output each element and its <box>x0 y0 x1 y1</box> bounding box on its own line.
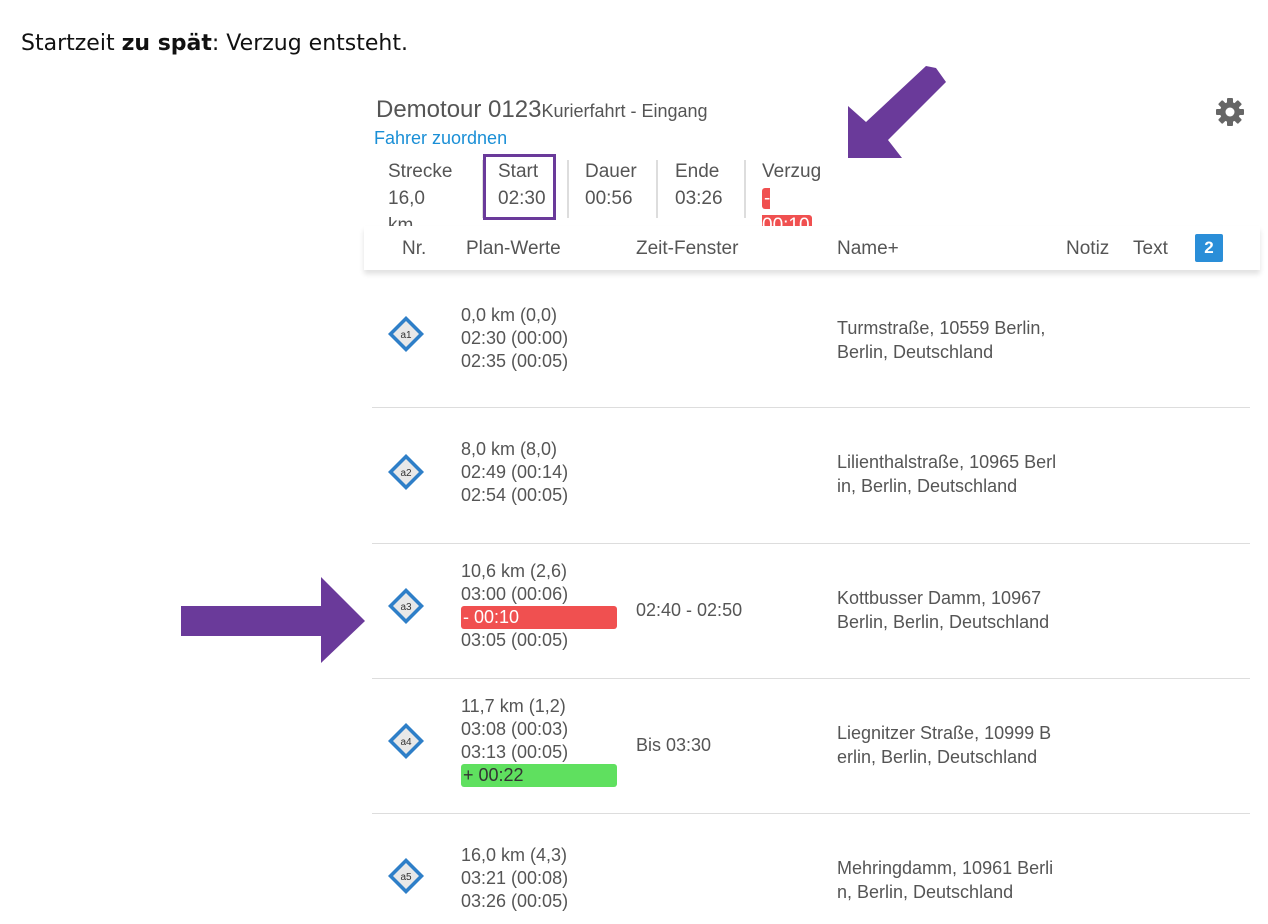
annotation-arrow-icon <box>181 577 365 663</box>
time-window: Bis 03:30 <box>636 735 712 755</box>
plan-values: 16,0 km (4,3) 03:21 (00:08) 03:26 (00:05) <box>461 845 569 911</box>
stop-address: Mehringdamm, 10961 Berlin, Berlin, Deuts… <box>837 858 1054 902</box>
table-row[interactable]: a1 0,0 km (0,0) 02:30 (00:00) 02:35 (00:05… <box>372 284 1250 408</box>
svg-text:a5: a5 <box>400 872 412 883</box>
divider <box>567 160 569 218</box>
col-plan: Plan-Werte <box>466 238 561 259</box>
svg-text:a2: a2 <box>400 468 412 479</box>
svg-text:a4: a4 <box>400 737 412 748</box>
stop-address: Lilienthalstraße, 10965 Berlin, Berlin, … <box>837 452 1057 496</box>
annotation-arrow-icon <box>848 66 946 158</box>
stop-address: Kottbusser Damm, 10967 Berlin, Berlin, D… <box>837 588 1050 632</box>
stat-ende: Ende 03:26 <box>675 161 723 209</box>
col-window: Zeit-Fenster <box>636 238 739 259</box>
svg-text:a1: a1 <box>400 330 412 341</box>
plan-values: 8,0 km (8,0) 02:49 (00:14) 02:54 (00:05) <box>461 439 569 505</box>
plan-values: 11,7 km (1,2) 03:08 (00:03) 03:13 (00:05) … <box>461 695 621 787</box>
start-highlight-box <box>483 154 556 220</box>
tour-title: Demotour 0123Kurierfahrt - Eingang <box>376 96 708 124</box>
count-badge[interactable]: 2 <box>1195 234 1223 262</box>
table-row[interactable]: a2 8,0 km (8,0) 02:49 (00:14) 02:54 (00:05… <box>372 408 1250 544</box>
plan-values: 10,6 km (2,6) 03:00 (00:06) - 00:10 03:05… <box>461 560 621 652</box>
stop-marker-icon: a4 <box>388 723 424 759</box>
table-row[interactable]: a4 11,7 km (1,2) 03:08 (00:03) 03:13 (00:0… <box>372 679 1250 814</box>
delay-badge: - 00:10 <box>461 606 617 629</box>
stop-marker-icon: a3 <box>388 588 424 624</box>
tour-panel: Demotour 0123Kurierfahrt - Eingang Fahre… <box>364 88 1260 911</box>
table-header: Nr. Plan-Werte Zeit-Fenster Name+ Notiz … <box>364 226 1260 270</box>
divider <box>656 160 658 218</box>
col-nr: Nr. <box>402 238 427 259</box>
divider <box>744 160 746 218</box>
stop-address: Turmstraße, 10559 Berlin, Berlin, Deutsc… <box>837 318 1046 362</box>
caption: Startzeit zu spät: Verzug entsteht. <box>21 31 408 56</box>
stop-marker-icon: a2 <box>388 454 424 490</box>
stop-marker-icon: a5 <box>388 858 424 894</box>
assign-driver-link[interactable]: Fahrer zuordnen <box>374 128 507 149</box>
stat-dauer: Dauer 00:56 <box>585 161 637 209</box>
col-name[interactable]: Name+ <box>837 238 899 260</box>
stop-address: Liegnitzer Straße, 10999 Berlin, Berlin,… <box>837 723 1052 767</box>
plan-values: 0,0 km (0,0) 02:30 (00:00) 02:35 (00:05) <box>461 305 569 371</box>
slack-badge: + 00:22 <box>461 764 617 787</box>
col-notiz[interactable]: Notiz <box>1066 238 1109 260</box>
tour-name: Demotour 0123 <box>376 96 542 123</box>
table-row[interactable]: a5 16,0 km (4,3) 03:21 (00:08) 03:26 (00:0… <box>372 814 1250 924</box>
stop-marker-icon: a1 <box>388 316 424 352</box>
col-text[interactable]: Text <box>1133 238 1168 260</box>
table-row[interactable]: a3 10,6 km (2,6) 03:00 (00:06) - 00:10 03… <box>372 544 1250 679</box>
time-window: 02:40 - 02:50 <box>636 600 743 620</box>
tour-type: Kurierfahrt - Eingang <box>541 101 708 121</box>
gear-icon[interactable] <box>1214 96 1246 128</box>
svg-text:a3: a3 <box>400 602 412 613</box>
